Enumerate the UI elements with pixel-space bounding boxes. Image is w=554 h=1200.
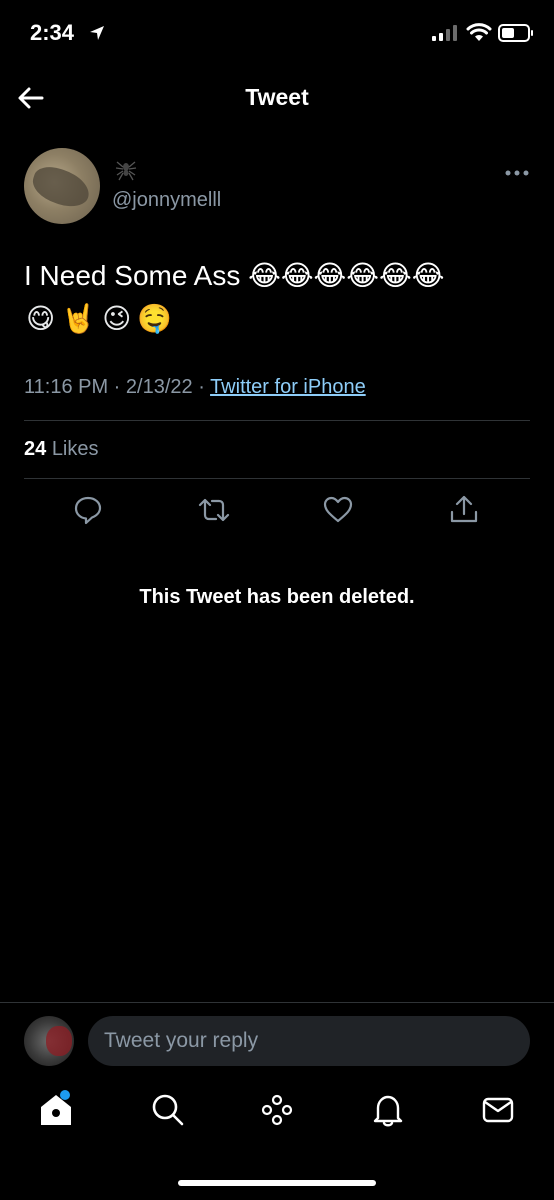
tweet-text: I Need Some Ass 😂😂😂😂😂😂 bbox=[24, 260, 445, 291]
emoji: 🤘 bbox=[61, 303, 97, 334]
battery-icon bbox=[498, 24, 533, 42]
avatar-figure bbox=[28, 161, 94, 213]
status-bar: 2:34 bbox=[0, 0, 554, 66]
reply-input[interactable] bbox=[88, 1016, 530, 1066]
tweet-date: 2/13/22 bbox=[125, 376, 193, 398]
messages-icon[interactable] bbox=[480, 1092, 516, 1128]
divider bbox=[24, 478, 530, 479]
divider bbox=[24, 420, 530, 421]
status-time: 2:34 bbox=[30, 20, 75, 45]
home-indicator bbox=[178, 1180, 376, 1186]
emoji: 😋 bbox=[26, 303, 56, 334]
more-icon[interactable] bbox=[504, 166, 530, 180]
deleted-tweet-notice: This Tweet has been deleted. bbox=[139, 586, 415, 608]
avatar-detail bbox=[46, 1026, 72, 1056]
tweet-meta: 11:16 PM · 2/13/22 · Twitter for iPhone bbox=[24, 376, 366, 398]
tweet-actions bbox=[0, 494, 554, 534]
likes-label: Likes bbox=[51, 438, 99, 460]
divider bbox=[0, 1002, 554, 1003]
retweet-icon[interactable] bbox=[198, 494, 230, 526]
emoji: 🤤 bbox=[137, 303, 173, 334]
share-icon[interactable] bbox=[448, 494, 480, 526]
cellular-signal-icon bbox=[432, 25, 457, 41]
likes-count[interactable]: 24 Likes bbox=[24, 438, 99, 461]
reply-icon[interactable] bbox=[72, 494, 104, 526]
wifi-icon bbox=[466, 23, 492, 41]
location-arrow-icon bbox=[90, 26, 104, 40]
notifications-icon[interactable] bbox=[370, 1092, 406, 1128]
emoji: 😉 bbox=[102, 303, 132, 334]
bottom-tab-bar bbox=[0, 1092, 554, 1136]
like-icon[interactable] bbox=[322, 494, 354, 526]
author-handle[interactable]: @jonnymelll bbox=[112, 189, 221, 212]
author-avatar[interactable] bbox=[24, 148, 100, 224]
page-title: Tweet bbox=[245, 84, 309, 110]
spaces-icon[interactable] bbox=[259, 1092, 295, 1128]
likes-number: 24 bbox=[24, 438, 47, 460]
top-header: Tweet bbox=[0, 70, 554, 126]
tweet-source-link[interactable]: Twitter for iPhone bbox=[210, 376, 366, 398]
tweet-emoji-row: 😋 🤘 😉 🤤 bbox=[26, 302, 178, 338]
spider-icon bbox=[115, 161, 137, 181]
tweet-time: 11:16 PM bbox=[24, 376, 109, 398]
search-icon[interactable] bbox=[150, 1092, 186, 1128]
new-content-dot bbox=[60, 1090, 70, 1100]
user-avatar[interactable] bbox=[24, 1016, 74, 1066]
